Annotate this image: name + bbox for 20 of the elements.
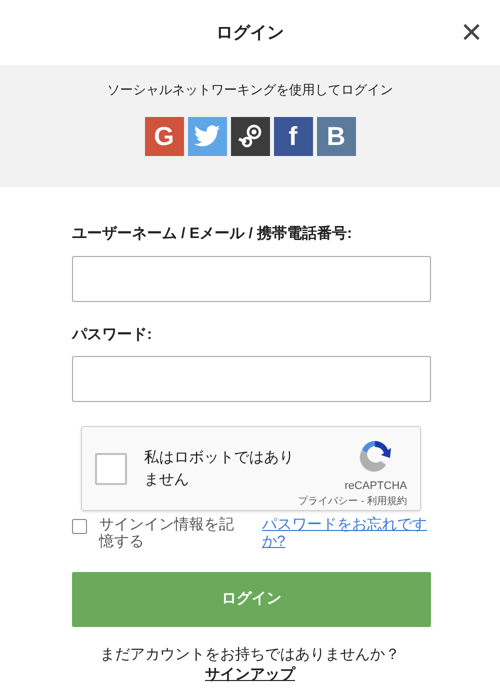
captcha-text: 私はロボットではありません xyxy=(144,448,295,490)
captcha-brand: reCAPTCHA xyxy=(344,479,407,494)
dialog-title: ログイン xyxy=(216,22,284,44)
signup-prompt: まだアカウントをお持ちではありませんか？ サインアップ xyxy=(99,645,401,685)
captcha-checkbox[interactable] xyxy=(95,452,127,484)
social-caption: ソーシャルネットワーキングを使用してログイン xyxy=(107,81,393,99)
remember-label: サインイン情報を記憶する xyxy=(99,516,235,550)
forgot-password-link[interactable]: パスワードをお忘れですか? xyxy=(262,516,427,550)
close-button[interactable]: × xyxy=(460,14,482,50)
captcha-links[interactable]: プライバシー - 利用規約 xyxy=(298,494,407,509)
field-label: パスワード: xyxy=(72,324,153,344)
signup-link[interactable]: サインアップ xyxy=(205,666,295,683)
social-login-button[interactable]: f xyxy=(274,116,312,156)
social-login-button[interactable]: G xyxy=(144,116,184,156)
remember-checkbox[interactable] xyxy=(72,519,87,534)
field-label: ユーザーネーム / Eメール / 携帯電話番号: xyxy=(72,224,354,244)
password-field[interactable] xyxy=(72,356,431,402)
username-field[interactable] xyxy=(72,256,431,302)
social-login-button[interactable]: B xyxy=(316,116,356,156)
recaptcha-icon xyxy=(358,438,392,472)
